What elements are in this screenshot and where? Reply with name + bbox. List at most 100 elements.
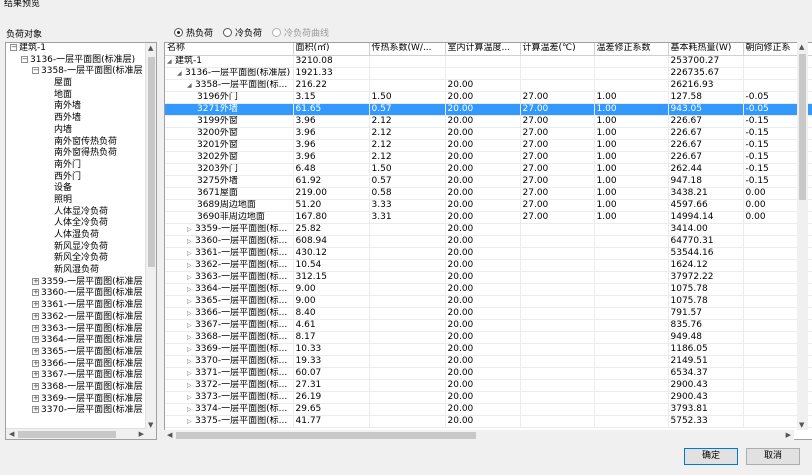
radio-cool-load-curve[interactable]: 冷负荷曲线: [272, 26, 329, 39]
tree-item[interactable]: −3358-一层平面图(标准层: [6, 66, 156, 78]
table-row[interactable]: ▷ 3359-一层平面图(标... 25.82 20.00 3414.00: [165, 223, 812, 236]
expand-arrow-icon[interactable]: ▷: [187, 356, 195, 367]
table-row[interactable]: 3199外窗 3.96 2.12 20.00 27.00 1.00 226.67 -0.15: [165, 115, 812, 128]
tree-item[interactable]: 内墙: [6, 125, 156, 137]
expand-arrow-icon[interactable]: ▷: [187, 416, 195, 427]
table-row[interactable]: ▷ 3375-一层平面图(标... 41.77 20.00 5752.33: [165, 415, 812, 428]
table-row[interactable]: ▷ 3368-一层平面图(标... 8.17 20.00 949.48: [165, 331, 812, 344]
table-horizontal-scrollbar[interactable]: ◀ ▶: [164, 430, 794, 441]
expand-icon[interactable]: +: [32, 289, 39, 297]
expand-arrow-icon[interactable]: ▷: [187, 392, 195, 403]
expand-icon[interactable]: +: [32, 301, 39, 309]
tree-item[interactable]: 照明: [6, 195, 156, 207]
expand-icon[interactable]: +: [32, 406, 39, 414]
tree-item[interactable]: − 建筑-1: [6, 43, 156, 55]
expand-arrow-icon[interactable]: ▷: [187, 320, 195, 331]
tree-item[interactable]: +3364-一层平面图(标准层: [6, 335, 156, 347]
tree-item[interactable]: 新风湿负荷: [6, 265, 156, 277]
table-row[interactable]: 3690非周边地面 167.80 3.31 20.00 27.00 1.00 14994.1…: [165, 211, 812, 224]
table-row[interactable]: ▷ 3366-一层平面图(标... 8.40 20.00 791.57: [165, 307, 812, 320]
radio-heat-load[interactable]: 热负荷: [174, 26, 213, 39]
tree-vertical-scrollbar[interactable]: ▲ ▼: [145, 43, 156, 439]
table-row[interactable]: 3671屋面 219.00 0.58 20.00 27.00 1.00 3438.21 0.0…: [165, 187, 812, 200]
expand-icon[interactable]: +: [32, 382, 39, 390]
collapse-arrow-icon[interactable]: ◢: [187, 80, 195, 91]
table-row[interactable]: 3200外窗 3.96 2.12 20.00 27.00 1.00 226.67 -0.15: [165, 127, 812, 140]
expand-arrow-icon[interactable]: ▷: [187, 380, 195, 391]
table-row[interactable]: ▷ 3372-一层平面图(标... 27.31 20.00 2900.43: [165, 379, 812, 392]
scroll-right-icon[interactable]: ▶: [786, 431, 791, 439]
expand-arrow-icon[interactable]: ▷: [187, 308, 195, 319]
expand-arrow-icon[interactable]: ▷: [187, 284, 195, 295]
expand-icon[interactable]: +: [32, 347, 39, 355]
expand-arrow-icon[interactable]: ▷: [187, 368, 195, 379]
cancel-button[interactable]: 取消: [746, 448, 800, 465]
scroll-right-icon[interactable]: ▶: [139, 430, 144, 438]
col-header-temp-diff[interactable]: 计算温差(℃): [520, 43, 595, 56]
collapse-icon[interactable]: −: [21, 55, 28, 63]
tree-item[interactable]: 南外门: [6, 160, 156, 172]
tree-item[interactable]: 人体显冷负荷: [6, 207, 156, 219]
table-row[interactable]: ▷ 3361-一层平面图(标... 430.12 20.00 53544.16: [165, 247, 812, 260]
expand-arrow-icon[interactable]: ▷: [187, 236, 195, 247]
table-row[interactable]: 3196外门 3.15 1.50 20.00 27.00 1.00 127.58 -0.05: [165, 91, 812, 104]
expand-arrow-icon[interactable]: ▷: [187, 272, 195, 283]
tree-item[interactable]: 南外墙: [6, 101, 156, 113]
expand-arrow-icon[interactable]: ▷: [187, 224, 195, 235]
scroll-thumb[interactable]: [18, 431, 116, 438]
tree-item[interactable]: 地面: [6, 90, 156, 102]
tree-item[interactable]: −3136-一层平面图(标准层): [6, 55, 156, 67]
table-row[interactable]: 3203外门 6.48 1.50 20.00 27.00 1.00 262.44 -0.15: [165, 163, 812, 176]
tree-item[interactable]: 南外窗传热负荷: [6, 137, 156, 149]
table-row[interactable]: ▷ 3367-一层平面图(标... 4.61 20.00 835.76: [165, 319, 812, 332]
tree-item[interactable]: +3365-一层平面图(标准层: [6, 347, 156, 359]
table-row[interactable]: ▷ 3362-一层平面图(标... 10.54 20.00 1624.12: [165, 259, 812, 272]
table-row[interactable]: ▷ 3365-一层平面图(标... 9.00 20.00 1075.78: [165, 295, 812, 308]
expand-icon[interactable]: +: [32, 359, 39, 367]
scroll-left-icon[interactable]: ◀: [9, 430, 14, 438]
scroll-up-icon[interactable]: ▲: [148, 44, 153, 52]
tree-item[interactable]: 西外门: [6, 172, 156, 184]
table-row[interactable]: ▷ 3364-一层平面图(标... 9.00 20.00 1075.78: [165, 283, 812, 296]
tree-item[interactable]: 人体全冷负荷: [6, 218, 156, 230]
ok-button[interactable]: 确定: [684, 448, 738, 465]
tree-item[interactable]: +3368-一层平面图(标准层: [6, 382, 156, 394]
col-header-u-value[interactable]: 传热系数(W/...: [369, 43, 446, 56]
scroll-thumb[interactable]: [148, 57, 155, 267]
expand-icon[interactable]: +: [32, 336, 39, 344]
expand-icon[interactable]: +: [32, 394, 39, 402]
collapse-arrow-icon[interactable]: ◢: [167, 56, 175, 67]
table-row[interactable]: ▷ 3363-一层平面图(标... 312.15 20.00 37972.22: [165, 271, 812, 284]
table-row[interactable]: ▷ 3369-一层平面图(标... 10.33 20.00 1186.05: [165, 343, 812, 356]
scroll-down-icon[interactable]: ▼: [148, 421, 153, 429]
col-header-diff-correction[interactable]: 温差修正系数: [594, 43, 669, 56]
tree-item[interactable]: +3363-一层平面图(标准层: [6, 324, 156, 336]
scroll-thumb[interactable]: [799, 54, 806, 200]
col-header-base-heat-loss[interactable]: 基本耗热量(W): [668, 43, 744, 56]
tree-item[interactable]: 人体湿负荷: [6, 230, 156, 242]
load-result-table[interactable]: 名称 面积(㎡) 传热系数(W/... 室内计算温度... 计算温差(℃) 温差…: [164, 42, 812, 440]
table-row[interactable]: ◢ 3136-一层平面图(标准层) 1921.33 226735.67: [165, 67, 812, 80]
tree-item[interactable]: 西外墙: [6, 113, 156, 125]
scroll-thumb[interactable]: [176, 432, 476, 439]
col-header-area[interactable]: 面积(㎡): [293, 43, 370, 56]
table-row[interactable]: 3201外窗 3.96 2.12 20.00 27.00 1.00 226.67 -0.15: [165, 139, 812, 152]
load-object-tree[interactable]: − 建筑-1−3136-一层平面图(标准层) −3358-一层平面图(标准层 屋面 地面…: [5, 42, 157, 440]
expand-arrow-icon[interactable]: ▷: [187, 260, 195, 271]
expand-arrow-icon[interactable]: ▷: [187, 332, 195, 343]
collapse-icon[interactable]: −: [32, 67, 39, 75]
expand-icon[interactable]: +: [32, 324, 39, 332]
collapse-icon[interactable]: −: [10, 44, 17, 51]
table-row[interactable]: ◢ 3358-一层平面图(标... 216.22 20.00 26216.93: [165, 79, 812, 92]
table-row[interactable]: 3275外墙 61.92 0.57 20.00 27.00 1.00 947.18 -0.15: [165, 175, 812, 188]
expand-arrow-icon[interactable]: ▷: [187, 296, 195, 307]
table-row[interactable]: ◢ 建筑-1 3210.08 253700.27: [165, 55, 812, 68]
tree-item[interactable]: +3369-一层平面图(标准层: [6, 394, 156, 406]
tree-item[interactable]: 新风全冷负荷: [6, 253, 156, 265]
table-row[interactable]: ▷ 3373-一层平面图(标... 26.19 20.00 2900.43: [165, 391, 812, 404]
scroll-down-icon[interactable]: ▼: [799, 421, 804, 429]
tree-item[interactable]: +3362-一层平面图(标准层: [6, 312, 156, 324]
tree-item[interactable]: 屋面: [6, 78, 156, 90]
table-row[interactable]: 3271外墙 61.65 0.57 20.00 27.00 1.00 943.05 -0.05: [165, 103, 812, 116]
expand-icon[interactable]: +: [32, 312, 39, 320]
